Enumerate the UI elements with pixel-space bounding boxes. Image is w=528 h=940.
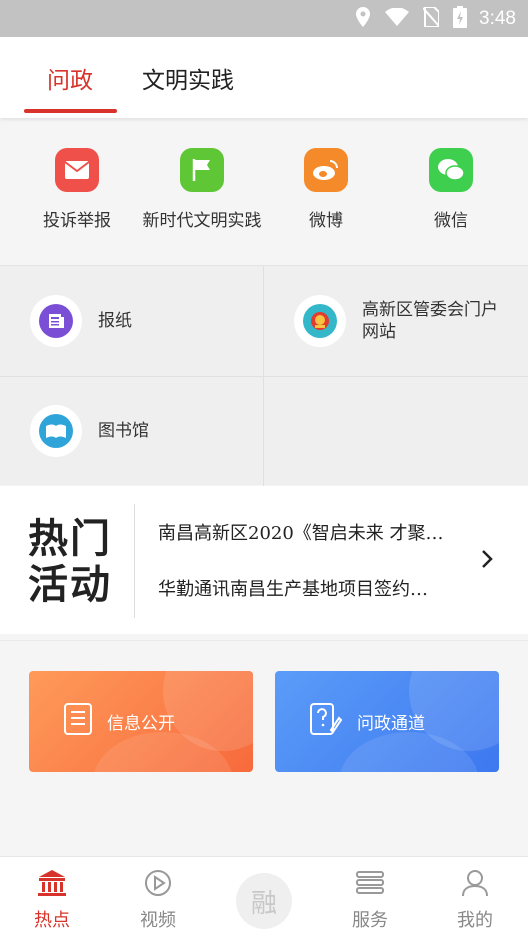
grid-item-label: 报纸	[98, 311, 132, 331]
nav-mine[interactable]: 我的	[435, 869, 515, 932]
hot-activity-item[interactable]: 南昌高新区2020《智启未来 才聚…	[158, 519, 458, 545]
clock: 3:48	[479, 7, 516, 29]
quick-links: 投诉举报 新时代文明实践 微博 微信	[0, 120, 528, 265]
grid-item-label: 图书馆	[98, 421, 149, 441]
card-label: 问政通道	[357, 714, 425, 734]
hot-activities: 热门 活动 南昌高新区2020《智启未来 才聚… 华勤通讯南昌生产基地项目签约…	[0, 486, 528, 634]
no-sim-icon	[422, 5, 441, 31]
flag-icon	[180, 148, 224, 192]
hot-activity-item[interactable]: 华勤通讯南昌生产基地项目签约…	[158, 575, 458, 601]
status-bar: 3:48	[0, 0, 528, 37]
location-icon	[355, 6, 371, 31]
quick-link-label: 投诉举报	[43, 211, 111, 231]
grid-item-library[interactable]: 图书馆	[0, 376, 264, 486]
center-fusion-button[interactable]: 融	[236, 873, 292, 929]
card-label: 信息公开	[107, 714, 175, 734]
document-list-icon	[63, 702, 93, 741]
tab-wenzheng[interactable]: 问政	[47, 61, 93, 95]
quick-link-weibo[interactable]: 微博	[260, 148, 392, 231]
book-icon	[30, 405, 82, 457]
card-info-disclosure[interactable]: 信息公开	[29, 671, 253, 772]
top-tab-bar: 问政 文明实践	[0, 37, 528, 118]
grid-divider	[0, 376, 528, 377]
quick-link-label: 微博	[309, 211, 343, 231]
nav-hot[interactable]: 热点	[12, 869, 92, 932]
list-icon	[330, 869, 410, 902]
newspaper-icon	[30, 295, 82, 347]
grid-item-portal[interactable]: 高新区管委会门户网站	[264, 266, 528, 376]
quick-link-wechat[interactable]: 微信	[385, 148, 517, 231]
quick-link-label: 新时代文明实践	[142, 211, 262, 231]
question-edit-icon	[309, 702, 343, 741]
battery-charging-icon	[453, 5, 468, 32]
grid-item-newspaper[interactable]: 报纸	[0, 266, 264, 376]
tab-wenming-shijian[interactable]: 文明实践	[142, 61, 234, 95]
hot-activities-title: 热门 活动	[28, 516, 112, 608]
envelope-icon	[55, 148, 99, 192]
national-emblem-icon	[294, 295, 346, 347]
bank-building-icon	[12, 869, 92, 902]
grid-item-label: 高新区管委会门户网站	[362, 300, 498, 342]
nav-label: 视频	[140, 910, 176, 931]
quick-link-label: 微信	[434, 211, 468, 231]
nav-label: 热点	[34, 910, 70, 931]
wifi-icon	[385, 6, 410, 30]
weibo-icon	[304, 148, 348, 192]
bottom-navigation: 热点 视频 融 服务 我的	[0, 856, 528, 940]
chevron-right-icon[interactable]	[480, 548, 494, 574]
active-tab-indicator	[24, 109, 117, 113]
service-grid: 报纸 高新区管委会门户网站 图书馆	[0, 265, 528, 486]
feature-cards: 信息公开 问政通道	[0, 640, 528, 855]
nav-service[interactable]: 服务	[330, 869, 410, 932]
quick-link-complaint[interactable]: 投诉举报	[11, 148, 143, 231]
nav-label: 服务	[352, 910, 388, 931]
nav-video[interactable]: 视频	[118, 869, 198, 932]
user-icon	[435, 869, 515, 902]
play-circle-icon	[118, 869, 198, 902]
divider	[134, 504, 135, 618]
wechat-icon	[429, 148, 473, 192]
quick-link-civilization[interactable]: 新时代文明实践	[136, 148, 268, 231]
card-inquiry-channel[interactable]: 问政通道	[275, 671, 499, 772]
nav-label: 我的	[457, 910, 493, 931]
